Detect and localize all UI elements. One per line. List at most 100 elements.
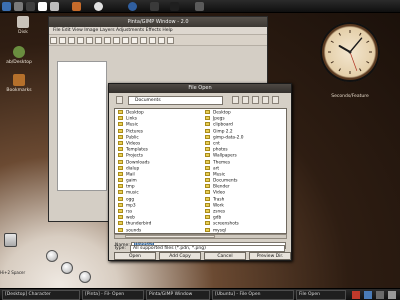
undo-icon[interactable] — [104, 37, 111, 44]
taskbar-item[interactable]: Pinta/GIMP Window — [146, 290, 210, 300]
folder-icon — [118, 140, 123, 145]
globe-icon[interactable] — [94, 2, 103, 11]
file-name: clipboard — [213, 122, 233, 128]
tray-icon[interactable] — [376, 291, 384, 299]
bookmark-icon — [13, 74, 25, 86]
folder-icon — [205, 165, 210, 170]
file-name: Wallpapers — [213, 153, 237, 159]
file-name: Downloads — [126, 160, 150, 165]
dock-button-2[interactable] — [61, 262, 73, 274]
redo-icon[interactable] — [113, 37, 120, 44]
bookmarks-desktop-icon[interactable]: Bookmarks — [4, 74, 34, 93]
type-select[interactable]: All supported files (*.pdn, *.png) — [130, 245, 285, 252]
dock-button-1[interactable] — [46, 250, 58, 262]
file-name: Video — [213, 190, 226, 196]
save-icon[interactable] — [68, 37, 75, 44]
up-icon[interactable] — [242, 96, 249, 104]
folder-icon — [205, 190, 210, 195]
settings-icon[interactable] — [150, 2, 159, 11]
clock-tick — [330, 40, 334, 43]
folder-icon — [118, 153, 123, 158]
crop-icon[interactable] — [122, 37, 129, 44]
folder-icon — [205, 227, 210, 232]
editor-icon[interactable] — [50, 2, 59, 11]
scroll-thumb[interactable] — [125, 235, 215, 238]
layers-icon[interactable] — [149, 37, 156, 44]
taskbar-item[interactable]: [Ubuntu] - File Open — [212, 290, 294, 300]
document-icon[interactable] — [38, 2, 47, 11]
taskbar-item[interactable]: File Open — [296, 290, 346, 300]
folder-icon — [205, 209, 210, 213]
tray-icon[interactable] — [364, 291, 372, 299]
folder-icon — [118, 202, 123, 207]
open-button[interactable]: Open — [114, 252, 156, 260]
clock-face-icon — [328, 30, 372, 74]
open-icon[interactable] — [59, 37, 66, 44]
cancel-button[interactable]: Cancel — [204, 252, 246, 260]
file-name: Blender — [213, 184, 230, 190]
dock-button-3[interactable] — [79, 271, 91, 283]
file-name: mp3 — [126, 203, 136, 209]
volume-icon[interactable] — [195, 2, 204, 11]
file-name: cnt — [213, 141, 220, 147]
disk-desktop-icon[interactable]: Disk — [8, 16, 38, 35]
copy-icon[interactable] — [86, 37, 93, 44]
folder-icon — [205, 140, 210, 145]
colors-icon[interactable] — [167, 37, 174, 44]
file-name: Public — [126, 135, 139, 141]
window-icon[interactable] — [26, 2, 35, 11]
history-icon[interactable] — [158, 37, 165, 44]
file-open-dialog[interactable]: File Open Documents Desktop Links Music Pic… — [108, 83, 292, 261]
taskbar-item[interactable]: [Pinta] - Fil- Open — [82, 290, 144, 300]
dialog-title[interactable]: File Open — [109, 84, 291, 93]
paint-window-title[interactable]: Pinta/GIMP Window - 2.0 — [49, 17, 267, 27]
add-copy-button[interactable]: Add Copy — [159, 252, 201, 260]
file-list[interactable]: Desktop Links Music Pictures Public Videos Tem… — [114, 108, 287, 234]
bottom-panel: [Desktop] Character [Pinta] - Fil- Open … — [0, 288, 400, 300]
folder-icon — [205, 171, 210, 176]
network-icon[interactable] — [128, 2, 137, 11]
folder-icon — [118, 159, 123, 164]
folder-icon — [118, 184, 123, 189]
apps-icon[interactable] — [2, 2, 11, 11]
folder-icon — [205, 110, 210, 114]
paint-menubar[interactable]: File Edit View Image Layers Adjustments … — [49, 27, 267, 35]
folder-icon — [118, 178, 123, 183]
display-icon[interactable] — [170, 2, 179, 11]
trash-icon[interactable] — [4, 233, 17, 247]
new-folder-icon[interactable] — [252, 96, 259, 104]
file-column-left: Desktop Links Music Pictures Public Videos Tem… — [118, 110, 196, 233]
folder-icon — [205, 196, 210, 201]
folder-icon — [118, 128, 123, 133]
file-name: Music — [213, 172, 226, 178]
folder-icon — [118, 227, 123, 232]
horizontal-scrollbar[interactable] — [114, 234, 287, 239]
cut-icon[interactable] — [77, 37, 84, 44]
file-name: web — [126, 215, 135, 221]
back-icon[interactable] — [232, 96, 239, 104]
deselect-icon[interactable] — [131, 37, 138, 44]
detail-view-icon[interactable] — [272, 96, 279, 104]
terminal-icon[interactable] — [14, 2, 23, 11]
file-name: ogg — [126, 197, 135, 203]
zoom-icon[interactable] — [140, 37, 147, 44]
tray-icon[interactable] — [352, 291, 360, 299]
tray-icon[interactable] — [388, 291, 396, 299]
folder-icon — [205, 202, 210, 207]
new-icon[interactable] — [50, 37, 57, 44]
list-view-icon[interactable] — [262, 96, 269, 104]
file-name: Projects — [126, 153, 143, 159]
ubuntu-icon[interactable] — [72, 2, 81, 11]
file-name: gdb — [213, 215, 222, 221]
path-combo[interactable]: Documents — [128, 96, 223, 105]
file-name: Mail — [126, 172, 135, 178]
paint-canvas[interactable] — [57, 61, 107, 191]
preview-dir-button[interactable]: Preview Dir. — [249, 252, 291, 260]
desktop-folder-icon[interactable]: ab/Desktop — [4, 46, 34, 65]
clock-tick — [366, 61, 370, 64]
paste-icon[interactable] — [95, 37, 102, 44]
file-name: Documents — [213, 178, 238, 184]
folder-icon — [118, 134, 123, 139]
taskbar-item[interactable]: [Desktop] Character — [2, 290, 80, 300]
up-folder-icon[interactable] — [116, 96, 123, 104]
